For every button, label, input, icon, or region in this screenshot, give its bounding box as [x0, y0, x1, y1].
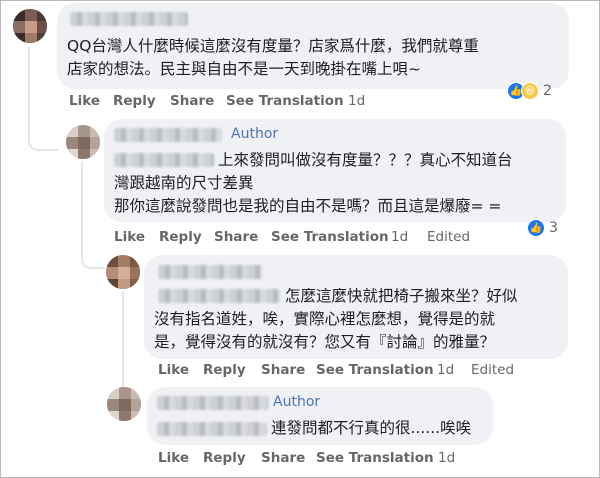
reply-button[interactable]: Reply — [113, 93, 156, 109]
see-translation-link[interactable]: See Translation — [316, 450, 434, 466]
haha-icon: 😆 — [521, 82, 539, 100]
comment-text-line: 那你這麼說發問也是我的自由不是嗎？而且這是爆廢= = — [114, 197, 502, 215]
share-button[interactable]: Share — [261, 450, 305, 466]
author-name[interactable] — [114, 128, 222, 142]
share-button[interactable]: Share — [214, 229, 258, 245]
edited-label[interactable]: Edited — [427, 229, 470, 245]
author-name[interactable] — [157, 396, 269, 410]
like-button[interactable]: Like — [114, 229, 145, 245]
reaction-count: 3 — [549, 220, 558, 236]
like-button[interactable]: Like — [158, 362, 189, 378]
mention-tag[interactable] — [157, 422, 267, 436]
reactions-summary[interactable]: 👍 3 — [527, 217, 558, 239]
author-name[interactable] — [70, 12, 188, 26]
author-badge: Author — [273, 394, 321, 410]
comment-text-line: 是，覺得沒有的就沒有？您又有『討論』的雅量？ — [154, 333, 496, 351]
comment-text-line: 沒有指名道姓，唉，實際心裡怎麼想，覺得是的就 — [154, 310, 496, 328]
edited-label[interactable]: Edited — [471, 362, 514, 378]
reply-button[interactable]: Reply — [203, 450, 246, 466]
like-button[interactable]: Like — [158, 450, 189, 466]
thread-line — [28, 47, 58, 151]
author-name[interactable] — [158, 265, 262, 279]
comment-bubble: QQ台灣人什麼時候這麼沒有度量？店家爲什麼，我們就尊重 店家的想法。民主與自由不… — [57, 3, 569, 89]
timestamp[interactable]: 1d — [437, 362, 454, 378]
avatar[interactable] — [66, 125, 100, 159]
like-button[interactable]: Like — [69, 93, 100, 109]
avatar[interactable] — [107, 387, 141, 421]
reactions-summary[interactable]: 👍 😆 2 — [507, 80, 552, 102]
like-icon: 👍 — [527, 219, 545, 237]
see-translation-link[interactable]: See Translation — [271, 229, 389, 245]
comment-text-line: 店家的想法。民主與自由不是一天到晚掛在嘴上唄~ — [67, 60, 421, 78]
mention-tag[interactable] — [158, 289, 280, 303]
avatar[interactable] — [13, 9, 47, 43]
reply-button[interactable]: Reply — [159, 229, 202, 245]
comment-bubble: Author 上來發問叫做沒有度量？？？真心不知道台 灣跟越南的尺寸差異 那你這… — [104, 119, 566, 222]
timestamp[interactable]: 1d — [391, 229, 408, 245]
comment-text-line: 上來發問叫做沒有度量？？？真心不知道台 — [218, 151, 513, 169]
comment-bubble: 怎麼這麼快就把椅子搬來坐？好似 沒有指名道姓，唉，實際心裡怎麼想，覺得是的就 是… — [144, 255, 568, 359]
avatar[interactable] — [106, 255, 140, 289]
author-badge: Author — [231, 126, 279, 142]
timestamp[interactable]: 1d — [438, 450, 455, 466]
timestamp[interactable]: 1d — [348, 93, 365, 109]
comment-text-line: 連發問都不行真的很......唉唉 — [271, 419, 472, 437]
comment-text-line: 怎麼這麼快就把椅子搬來坐？好似 — [285, 287, 518, 305]
comment-text-line: QQ台灣人什麼時候這麼沒有度量？店家爲什麼，我們就尊重 — [67, 37, 479, 55]
mention-tag[interactable] — [114, 153, 214, 167]
share-button[interactable]: Share — [170, 93, 214, 109]
thread-line — [122, 291, 136, 399]
reaction-count: 2 — [543, 83, 552, 99]
thread-line — [81, 161, 105, 269]
comment-text-line: 灣跟越南的尺寸差異 — [114, 174, 254, 192]
see-translation-link[interactable]: See Translation — [226, 93, 344, 109]
share-button[interactable]: Share — [261, 362, 305, 378]
comment-bubble: Author 連發問都不行真的很......唉唉 — [147, 387, 493, 445]
see-translation-link[interactable]: See Translation — [316, 362, 434, 378]
reply-button[interactable]: Reply — [203, 362, 246, 378]
